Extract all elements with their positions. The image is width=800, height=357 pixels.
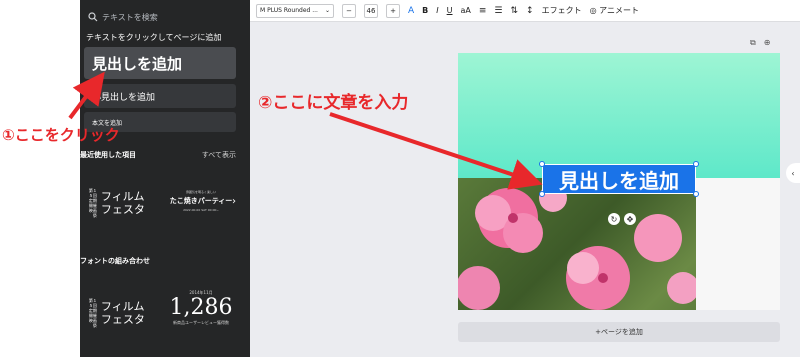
template-film-festa-combo[interactable]: 第１５回 定期開催 映画祭 フィルム フェスタ bbox=[86, 298, 156, 328]
recent-header: 最近使用した項目 すべて表示 bbox=[80, 150, 240, 162]
case-button[interactable]: aA bbox=[461, 6, 471, 15]
animate-label: アニメート bbox=[599, 6, 639, 15]
flower-illustration bbox=[458, 184, 699, 310]
chevron-right-icon[interactable]: › bbox=[232, 196, 236, 207]
italic-button[interactable]: I bbox=[436, 6, 438, 15]
search-icon bbox=[88, 12, 98, 22]
font-family-value: M PLUS Rounded ... bbox=[260, 7, 318, 14]
add-page-button[interactable]: +ページを追加 bbox=[458, 322, 780, 342]
add-heading-button[interactable]: 見出しを追加 bbox=[84, 47, 236, 79]
resize-handle-br[interactable] bbox=[693, 191, 699, 197]
template-party-top: 雰囲気を明るく楽しい bbox=[185, 190, 216, 194]
text-toolbar: M PLUS Rounded ... ⌄ − 46 + A B I U aA ≡… bbox=[250, 0, 800, 22]
recent-title: 最近使用した項目 bbox=[80, 151, 136, 159]
chevron-left-icon: ‹ bbox=[791, 168, 795, 178]
animate-icon: ◎ bbox=[589, 6, 597, 15]
annotation-click-here: ①ここをクリック bbox=[2, 126, 120, 144]
animate-button[interactable]: ◎ アニメート bbox=[590, 5, 639, 16]
section-title: テキストをクリックしてページに追加 bbox=[86, 33, 222, 42]
font-family-select[interactable]: M PLUS Rounded ... ⌄ bbox=[256, 3, 334, 18]
resize-handle-tr[interactable] bbox=[693, 161, 699, 167]
left-gutter bbox=[0, 0, 80, 357]
gradient-background bbox=[458, 53, 780, 178]
duplicate-page-icon[interactable]: ⧉ bbox=[750, 38, 756, 48]
heading-text-box[interactable]: 見出しを追加 bbox=[542, 164, 696, 194]
template-number-review[interactable]: 2014年11月 1,286 新商品ユーザーレビュー獲得数 bbox=[166, 290, 236, 326]
workspace: M PLUS Rounded ... ⌄ − 46 + A B I U aA ≡… bbox=[250, 0, 800, 357]
annotation-type-here: ②ここに文章を入力 bbox=[258, 93, 409, 113]
vertical-text-icon[interactable]: ↕ bbox=[526, 6, 534, 16]
align-icon[interactable]: ≡ bbox=[479, 6, 487, 16]
canva-editor: テキストを検索 テキストをクリックしてページに追加 見出しを追加 小見出しを追加… bbox=[0, 0, 800, 357]
list-icon[interactable]: ☰ bbox=[494, 6, 502, 16]
effects-button[interactable]: エフェクト bbox=[542, 5, 582, 16]
expand-right-button[interactable]: ‹ bbox=[786, 163, 800, 183]
add-page-icon[interactable]: ⊕ bbox=[764, 38, 771, 48]
text-panel: テキストを検索 テキストをクリックしてページに追加 見出しを追加 小見出しを追加… bbox=[80, 0, 326, 357]
see-all-link[interactable]: すべて表示 bbox=[202, 150, 240, 162]
template-takoyaki-party[interactable]: 雰囲気を明るく楽しい たこ焼きパーティー 2022.00.00 SAT 00:0… bbox=[166, 190, 236, 220]
underline-button[interactable]: U bbox=[447, 6, 453, 15]
page-actions: ⧉ ⊕ bbox=[750, 38, 770, 48]
bold-button[interactable]: B bbox=[422, 6, 428, 15]
rotate-icon[interactable]: ↻ bbox=[608, 213, 620, 225]
resize-handle-tl[interactable] bbox=[539, 161, 545, 167]
photo-bright-area bbox=[696, 178, 780, 310]
resize-handle-bl[interactable] bbox=[539, 191, 545, 197]
font-combo-title: フォントの組み合わせ bbox=[80, 257, 150, 265]
text-color-icon[interactable]: A bbox=[408, 6, 414, 16]
template-film-small: 第１５回 定期開催 映画祭 bbox=[88, 188, 97, 218]
template-party-mid: たこ焼きパーティー bbox=[169, 197, 233, 205]
font-size-decrease-button[interactable]: − bbox=[342, 3, 356, 18]
template-film-festa[interactable]: 第１５回 定期開催 映画祭 フィルム フェスタ bbox=[86, 188, 156, 218]
template-film2-big: フィルム フェスタ bbox=[100, 300, 145, 326]
text-search-input[interactable]: テキストを検索 bbox=[88, 8, 236, 26]
template-film2-small: 第１５回 定期開催 映画祭 bbox=[88, 298, 97, 328]
move-icon[interactable]: ✥ bbox=[624, 213, 636, 225]
add-subheading-button[interactable]: 小見出しを追加 bbox=[84, 84, 236, 108]
font-size-field[interactable]: 46 bbox=[364, 3, 378, 18]
template-num-value: 1,286 bbox=[169, 295, 233, 320]
search-placeholder: テキストを検索 bbox=[102, 12, 158, 22]
template-party-bot: 2022.00.00 SAT 00:00~ bbox=[183, 208, 219, 212]
design-page[interactable]: 見出しを追加 ↻ ✥ bbox=[458, 53, 780, 310]
chevron-down-icon: ⌄ bbox=[324, 7, 330, 14]
element-controls: ↻ ✥ bbox=[608, 213, 636, 225]
font-size-increase-button[interactable]: + bbox=[386, 3, 400, 18]
template-film-big: フィルム フェスタ bbox=[100, 190, 145, 216]
template-num-sub: 新商品ユーザーレビュー獲得数 bbox=[173, 320, 229, 325]
spacing-icon[interactable]: ⇅ bbox=[511, 6, 519, 16]
